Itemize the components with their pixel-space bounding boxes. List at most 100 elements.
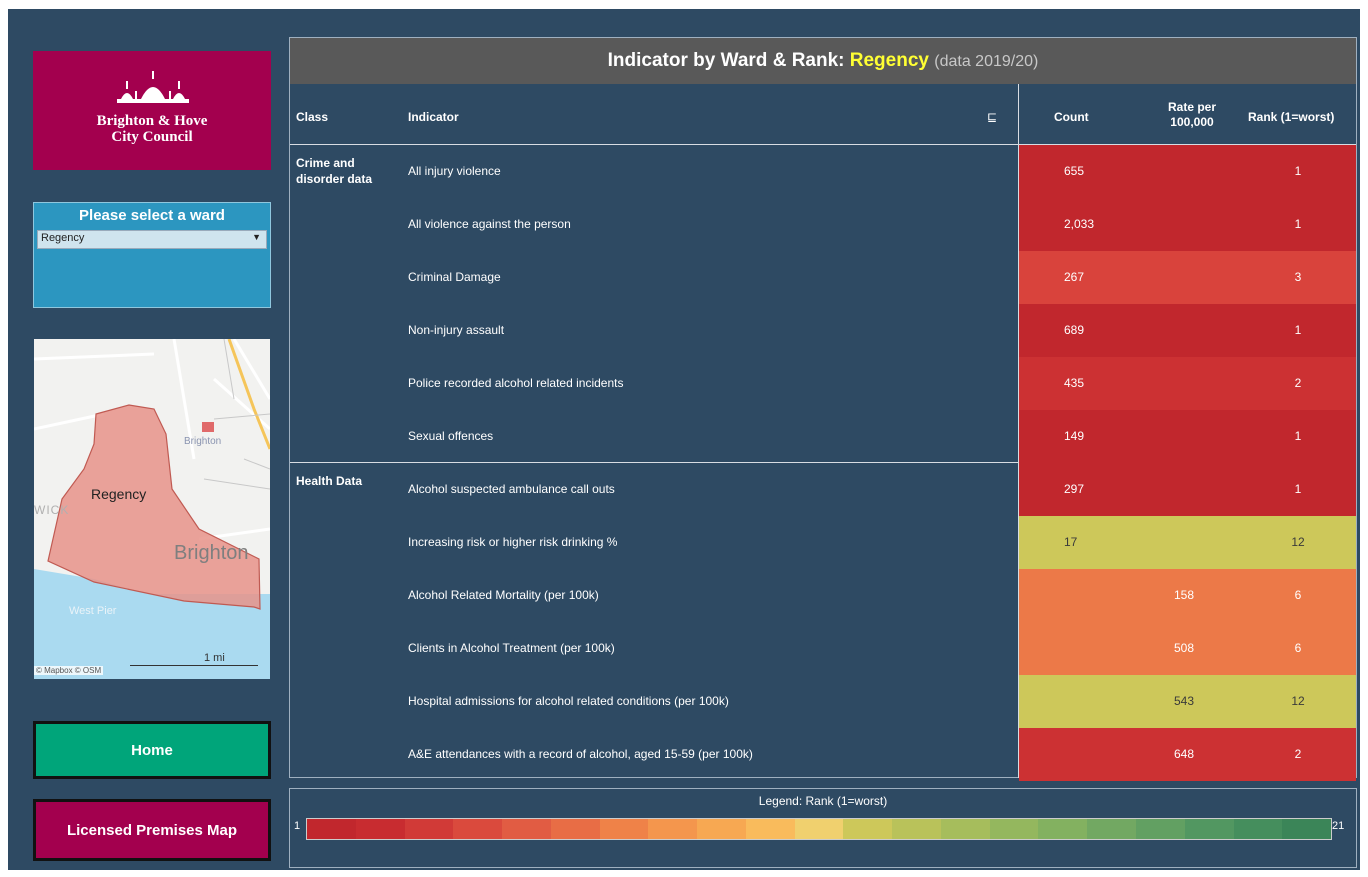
- chevron-down-icon[interactable]: ▼: [252, 232, 261, 242]
- row-count: 689: [1064, 323, 1085, 337]
- row-rank: 6: [1294, 641, 1302, 655]
- ward-dropdown-value: Regency: [41, 232, 85, 244]
- legend-swatch: [892, 819, 941, 839]
- table-title-prefix: Indicator by Ward & Rank:: [607, 50, 845, 71]
- map-canvas: [34, 339, 270, 679]
- table-title: Indicator by Ward & Rank: Regency (data …: [290, 38, 1356, 84]
- map-label-brighton-station: Brighton: [184, 436, 222, 447]
- legend-swatch: [404, 819, 454, 839]
- row-indicator: Alcohol suspected ambulance call outs: [408, 482, 615, 496]
- row-count: 2,033: [1064, 217, 1095, 231]
- row-rank: 3: [1294, 270, 1302, 284]
- pavilion-logo-icon: [117, 71, 189, 103]
- legend-swatch: [648, 819, 698, 839]
- table-row[interactable]: Criminal Damage 267 3: [290, 251, 1356, 304]
- legend-swatch: [1038, 819, 1088, 839]
- legend-swatch: [307, 819, 356, 839]
- row-value-cell[interactable]: 267 3: [1019, 251, 1356, 304]
- row-indicator: All violence against the person: [408, 217, 571, 231]
- row-value-cell[interactable]: 689 1: [1019, 304, 1356, 357]
- legend-swatch: [453, 819, 503, 839]
- header-rank[interactable]: Rank (1=worst): [1248, 110, 1334, 124]
- legend-swatch: [502, 819, 551, 839]
- header-rate[interactable]: Rate per 100,000: [1152, 100, 1232, 130]
- licensed-premises-map-button[interactable]: Licensed Premises Map: [33, 799, 271, 861]
- row-indicator: Clients in Alcohol Treatment (per 100k): [408, 641, 615, 655]
- row-count: 17: [1064, 535, 1078, 549]
- legend-swatch: [599, 819, 649, 839]
- row-value-cell[interactable]: 297 1: [1019, 463, 1356, 516]
- table-row[interactable]: A&E attendances with a record of alcohol…: [290, 728, 1356, 781]
- legend-swatch: [1233, 819, 1283, 839]
- indicator-table: Indicator by Ward & Rank: Regency (data …: [289, 37, 1357, 781]
- table-row[interactable]: Crime and disorder data All injury violen…: [290, 145, 1356, 198]
- row-rank: 1: [1294, 429, 1302, 443]
- row-value-cell[interactable]: 435 2: [1019, 357, 1356, 410]
- table-row[interactable]: Alcohol Related Mortality (per 100k) 158 6: [290, 569, 1356, 622]
- map-attribution[interactable]: © Mapbox © OSM: [34, 666, 104, 675]
- map-label-brighton: Brighton: [174, 542, 249, 564]
- table-row[interactable]: Sexual offences 149 1: [290, 410, 1356, 463]
- row-rank: 2: [1294, 747, 1302, 761]
- row-value-cell[interactable]: 158 6: [1019, 569, 1356, 622]
- header-indicator[interactable]: Indicator: [408, 110, 459, 124]
- table-row[interactable]: Police recorded alcohol related incident…: [290, 357, 1356, 410]
- legend-title: Legend: Rank (1=worst): [758, 794, 888, 808]
- legend-swatch: [940, 819, 990, 839]
- row-value-cell[interactable]: 17 12: [1019, 516, 1356, 569]
- row-rank: 1: [1294, 164, 1302, 178]
- row-rate: 543: [1174, 694, 1195, 708]
- row-rate: 648: [1174, 747, 1195, 761]
- legend-swatch: [1136, 819, 1185, 839]
- row-value-cell[interactable]: 648 2: [1019, 728, 1356, 781]
- row-count: 297: [1064, 482, 1085, 496]
- row-value-cell[interactable]: 543 12: [1019, 675, 1356, 728]
- table-row[interactable]: Health Data Alcohol suspected ambulance c…: [290, 463, 1356, 516]
- legend-swatch: [843, 819, 893, 839]
- table-row[interactable]: Non-injury assault 689 1: [290, 304, 1356, 357]
- legend-swatch: [697, 819, 746, 839]
- council-logo: Brighton & Hove City Council: [33, 51, 271, 170]
- row-indicator: Criminal Damage: [408, 270, 501, 284]
- table-row[interactable]: Clients in Alcohol Treatment (per 100k) 5…: [290, 622, 1356, 675]
- sort-icon[interactable]: ⊑: [987, 110, 997, 124]
- ward-dropdown[interactable]: Regency ▼: [37, 230, 267, 249]
- ward-selector-panel: Please select a ward Regency ▼: [33, 202, 271, 308]
- row-value-cell[interactable]: 2,033 1: [1019, 198, 1356, 251]
- row-indicator: A&E attendances with a record of alcohol…: [408, 747, 753, 761]
- row-class: Crime and disorder data: [296, 156, 373, 186]
- row-value-cell[interactable]: 149 1: [1019, 410, 1356, 463]
- map-label-west-pier: West Pier: [69, 605, 117, 617]
- row-rate: 508: [1174, 641, 1195, 655]
- table-row[interactable]: Increasing risk or higher risk drinking …: [290, 516, 1356, 569]
- table-row[interactable]: Hospital admissions for alcohol related …: [290, 675, 1356, 728]
- row-rank: 6: [1294, 588, 1302, 602]
- row-value-cell[interactable]: 655 1: [1019, 145, 1356, 198]
- row-indicator: Police recorded alcohol related incident…: [408, 376, 624, 390]
- legend-swatch: [989, 819, 1039, 839]
- table-row[interactable]: All violence against the person 2,033 1: [290, 198, 1356, 251]
- home-button[interactable]: Home: [33, 721, 271, 779]
- header-class: Class: [296, 110, 329, 124]
- row-value-cell[interactable]: 508 6: [1019, 622, 1356, 675]
- logo-text-line1: Brighton & Hove: [96, 113, 208, 129]
- legend-swatch: [794, 819, 844, 839]
- row-rank: 2: [1294, 376, 1302, 390]
- row-rank: 1: [1294, 482, 1302, 496]
- ward-map[interactable]: Regency Brighton Brighton West Pier WICK…: [34, 339, 270, 679]
- row-indicator: Non-injury assault: [408, 323, 505, 337]
- row-rank: 1: [1294, 217, 1302, 231]
- legend-swatch: [1282, 819, 1332, 839]
- row-class: Health Data: [296, 474, 363, 488]
- row-indicator: Increasing risk or higher risk drinking …: [408, 535, 618, 549]
- row-indicator: All injury violence: [408, 164, 501, 178]
- row-rank: 1: [1294, 323, 1302, 337]
- rank-legend: Legend: Rank (1=worst) 1 21: [289, 788, 1357, 868]
- dashboard-frame: Brighton & Hove City Council Please sele…: [8, 9, 1360, 870]
- legend-swatch: [1087, 819, 1137, 839]
- row-indicator: Hospital admissions for alcohol related …: [408, 694, 729, 708]
- row-indicator: Alcohol Related Mortality (per 100k): [408, 588, 599, 602]
- map-label-wick: WICK: [34, 503, 70, 517]
- header-count[interactable]: Count: [1054, 110, 1089, 124]
- map-scale: 1 mi: [204, 652, 225, 664]
